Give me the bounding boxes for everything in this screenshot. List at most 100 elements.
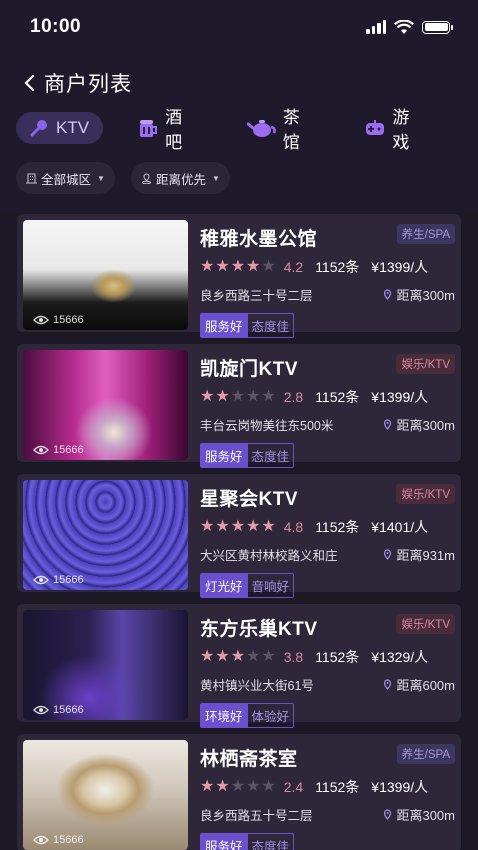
distance-value: 距离300m <box>396 288 455 303</box>
status-time: 10:00 <box>30 16 82 37</box>
category-badge: 娱乐/KTV <box>396 354 455 374</box>
rating-row: ★ ★ ★ ★ ★ 2.4 1152条 ¥1399/人 <box>200 777 455 797</box>
price-per-person: ¥1399/人 <box>371 259 429 275</box>
merchant-card[interactable]: 15666 凯旋门KTV 娱乐/KTV ★ ★ ★ ★ ★ 2.8 1152条 ¥139… <box>17 344 461 468</box>
back-button[interactable] <box>16 70 42 96</box>
rating-row: ★ ★ ★ ★ ★ 4.2 1152条 ¥1399/人 <box>200 257 455 277</box>
location-pin-icon <box>384 419 392 430</box>
distance: 距离600m <box>383 675 455 694</box>
location-pin-icon <box>384 679 392 690</box>
caret-down-icon: ▼ <box>97 173 105 183</box>
chevron-left-icon <box>24 74 35 92</box>
eye-icon <box>33 705 49 715</box>
star-icon: ★ <box>261 648 276 665</box>
star-icon: ★ <box>246 778 261 795</box>
review-count: 1152条 <box>315 259 360 275</box>
location-pin-icon <box>384 809 392 820</box>
view-count-value: 15666 <box>53 444 84 456</box>
review-count: 1152条 <box>315 389 360 405</box>
merchant-info: 东方乐巢KTV 娱乐/KTV ★ ★ ★ ★ ★ 3.8 1152条 ¥1329/人 黄… <box>188 610 455 728</box>
merchant-card[interactable]: 15666 林栖斋茶室 养生/SPA ★ ★ ★ ★ ★ 2.4 1152条 ¥1399… <box>17 734 461 850</box>
merchant-tags: 环境好 体验好 <box>200 703 455 728</box>
price-per-person: ¥1329/人 <box>371 649 429 665</box>
star-rating: ★ ★ ★ ★ ★ <box>200 649 276 665</box>
rating-score: 2.8 <box>283 389 304 405</box>
tab-teahouse[interactable]: 茶馆 <box>235 108 331 152</box>
price-per-person: ¥1399/人 <box>371 389 429 405</box>
rating-score: 3.8 <box>283 649 304 665</box>
review-count: 1152条 <box>315 519 360 535</box>
eye-icon <box>33 835 49 845</box>
tab-label: 游戏 <box>392 108 410 152</box>
distance-value: 距离300m <box>396 418 455 433</box>
star-icon: ★ <box>200 258 215 275</box>
gamepad-icon <box>364 117 386 139</box>
merchant-info: 稚雅水墨公馆 养生/SPA ★ ★ ★ ★ ★ 4.2 1152条 ¥1399/人 良乡… <box>188 220 455 338</box>
star-icon: ★ <box>200 648 215 665</box>
star-icon: ★ <box>200 778 215 795</box>
category-badge: 娱乐/KTV <box>396 484 455 504</box>
tag: 服务好 <box>200 313 248 338</box>
tag: 服务好 <box>200 443 248 468</box>
district-filter[interactable]: 全部城区 ▼ <box>16 162 115 194</box>
rating-row: ★ ★ ★ ★ ★ 4.8 1152条 ¥1401/人 <box>200 517 455 537</box>
star-icon: ★ <box>246 518 261 535</box>
category-tabs: KTV 酒吧 茶馆 游戏 <box>0 108 478 152</box>
distance: 距离300m <box>383 805 455 824</box>
tab-games[interactable]: 游戏 <box>352 108 440 152</box>
tab-ktv[interactable]: KTV <box>16 112 104 144</box>
tag: 灯光好 <box>200 573 248 598</box>
status-icons <box>366 19 453 35</box>
star-icon: ★ <box>246 388 261 405</box>
category-badge: 娱乐/KTV <box>396 614 455 634</box>
star-icon: ★ <box>230 648 246 665</box>
star-icon: ★ <box>230 778 246 795</box>
tab-bar[interactable]: 酒吧 <box>125 108 213 152</box>
star-icon: ★ <box>230 518 246 535</box>
rating-score: 4.2 <box>283 259 304 275</box>
tag: 态度佳 <box>247 313 295 338</box>
tag: 态度佳 <box>247 833 295 850</box>
star-rating: ★ ★ ★ ★ ★ <box>200 519 276 535</box>
star-icon: ★ <box>200 518 215 535</box>
location-pin-icon <box>384 549 392 560</box>
microphone-icon <box>28 117 50 139</box>
merchant-address: 良乡西路五十号二层 <box>200 809 313 823</box>
star-icon: ★ <box>246 648 261 665</box>
merchant-address: 丰台云岗物美往东500米 <box>200 419 334 433</box>
tab-label: KTV <box>56 118 90 137</box>
distance-value: 距离931m <box>396 548 455 563</box>
sort-filter[interactable]: 距离优先 ▼ <box>130 162 230 194</box>
view-count: 15666 <box>33 574 84 586</box>
tag: 服务好 <box>200 833 248 850</box>
star-icon: ★ <box>200 388 215 405</box>
star-icon: ★ <box>215 778 230 795</box>
wifi-icon <box>394 19 414 34</box>
view-count-value: 15666 <box>53 314 84 326</box>
star-icon: ★ <box>246 258 261 275</box>
merchant-address: 大兴区黄村林校路义和庄 <box>200 549 338 563</box>
star-icon: ★ <box>261 388 276 405</box>
distance: 距离300m <box>383 415 455 434</box>
distance: 距离931m <box>383 545 455 564</box>
view-count: 15666 <box>33 704 84 716</box>
merchant-info: 凯旋门KTV 娱乐/KTV ★ ★ ★ ★ ★ 2.8 1152条 ¥1399/人 丰台… <box>188 350 455 468</box>
price-per-person: ¥1399/人 <box>371 779 429 795</box>
star-icon: ★ <box>261 258 276 275</box>
merchant-address: 良乡西路三十号二层 <box>200 289 313 303</box>
merchant-image: 15666 <box>23 220 188 330</box>
merchant-tags: 服务好 态度佳 <box>200 443 455 468</box>
star-rating: ★ ★ ★ ★ ★ <box>200 389 276 405</box>
merchant-address: 黄村镇兴业大街61号 <box>200 679 314 693</box>
merchant-list: 15666 稚雅水墨公馆 养生/SPA ★ ★ ★ ★ ★ 4.2 1152条 ¥139… <box>17 214 461 850</box>
teapot-icon <box>246 117 277 139</box>
merchant-card[interactable]: 15666 稚雅水墨公馆 养生/SPA ★ ★ ★ ★ ★ 4.2 1152条 ¥139… <box>17 214 461 338</box>
rating-score: 4.8 <box>283 519 304 535</box>
merchant-card[interactable]: 15666 东方乐巢KTV 娱乐/KTV ★ ★ ★ ★ ★ 3.8 1152条 ¥13… <box>17 604 461 728</box>
view-count-value: 15666 <box>53 834 84 846</box>
merchant-card[interactable]: 15666 星聚会KTV 娱乐/KTV ★ ★ ★ ★ ★ 4.8 1152条 ¥140… <box>17 474 461 598</box>
address-row: 丰台云岗物美往东500米 距离300m <box>200 415 455 434</box>
star-rating: ★ ★ ★ ★ ★ <box>200 779 276 795</box>
review-count: 1152条 <box>315 649 360 665</box>
distance-value: 距离300m <box>396 808 455 823</box>
